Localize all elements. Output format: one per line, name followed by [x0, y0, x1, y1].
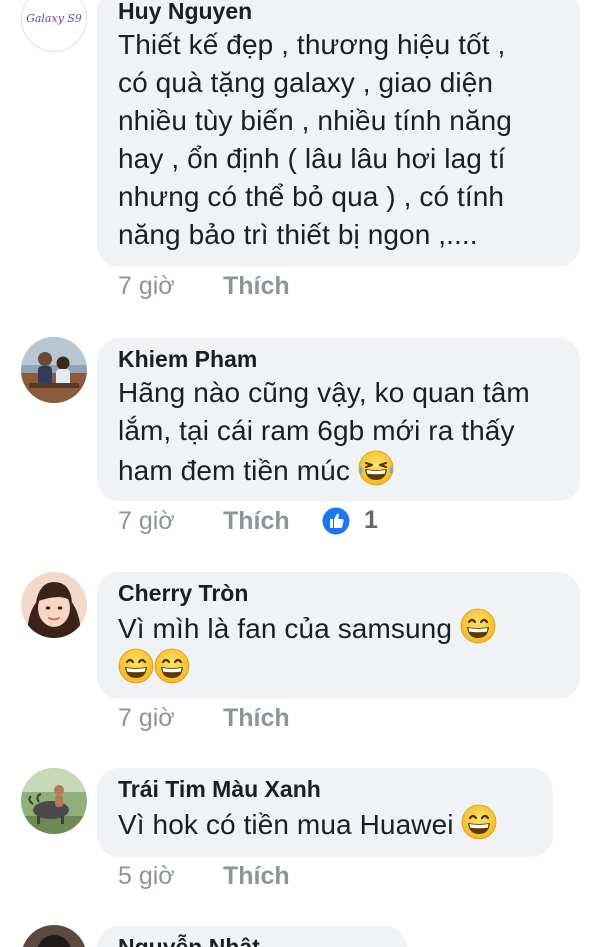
galaxy-s9-logo: Galaxy S9	[26, 12, 82, 25]
like-button[interactable]: Thích	[223, 272, 290, 301]
partial-avatar-icon	[21, 925, 87, 947]
like-thumb-icon	[322, 507, 350, 534]
comment-line-text: Vì mìh là fan của samsung	[118, 613, 453, 644]
timestamp[interactable]: 5 giờ	[118, 862, 216, 891]
avatar[interactable]	[21, 572, 87, 638]
avatar[interactable]	[21, 925, 87, 947]
grinning-emoji-icon	[118, 648, 154, 684]
comment-line-text: ham đem tiền múc	[118, 455, 350, 486]
comment-line-text: Vì hok có tiền mua Huawei	[118, 809, 454, 840]
comment-line: năng bảo trì thiết bị ngon ,....	[118, 219, 478, 250]
reaction-summary[interactable]: 1	[322, 506, 378, 535]
like-button[interactable]: Thích	[223, 704, 290, 733]
comment-line: Thiết kế đẹp , thương hiệu tốt ,	[118, 29, 506, 60]
comment-actions: 7 giờ Thích	[118, 704, 290, 733]
comment-line	[118, 648, 560, 688]
author-name[interactable]: Cherry Tròn	[118, 578, 560, 608]
comment-text: Thiết kế đẹp , thương hiệu tốt , có quà …	[118, 26, 560, 254]
avatar[interactable]	[21, 337, 87, 403]
comment-actions: 7 giờ Thích	[118, 272, 290, 301]
grinning-emoji-icon	[460, 608, 496, 644]
author-name[interactable]: Khiem Pham	[118, 344, 560, 374]
avatar[interactable]	[21, 768, 87, 834]
comment-line: Hãng nào cũng vậy, ko quan tâm	[118, 377, 530, 408]
comment-text: Vì mìh là fan của samsung	[118, 608, 560, 688]
comment-line: Vì hok có tiền mua Huawei	[118, 804, 533, 844]
comment-text: Vì hok có tiền mua Huawei	[118, 804, 533, 844]
comment-line: lắm, tại cái ram 6gb mới ra thấy	[118, 415, 515, 446]
comment-bubble: Nguyễn Nhật	[97, 926, 407, 947]
buffalo-photo-icon	[21, 768, 87, 834]
reaction-count: 1	[364, 506, 378, 534]
comment-line: Vì mìh là fan của samsung	[118, 608, 560, 648]
comment-text: Hãng nào cũng vậy, ko quan tâm lắm, tại …	[118, 374, 560, 490]
comment-line: nhưng có thể bỏ qua ) , có tính	[118, 181, 505, 212]
like-button[interactable]: Thích	[223, 862, 290, 891]
comment-line: nhiều tùy biến , nhiều tính năng	[118, 105, 512, 136]
grinning-emoji-icon	[461, 804, 497, 840]
comment-bubble: Khiem Pham Hãng nào cũng vậy, ko quan tâ…	[97, 338, 580, 501]
like-button[interactable]: Thích	[223, 507, 290, 536]
comment-line: có quà tặng galaxy , giao diện	[118, 67, 494, 98]
comment-line: hay , ổn định ( lâu lâu hơi lag tí	[118, 143, 506, 174]
laughing-tears-emoji-icon	[358, 450, 394, 486]
comment-line: ham đem tiền múc	[118, 450, 560, 490]
avatar[interactable]: Galaxy S9	[21, 0, 87, 52]
comment-bubble: Huy Nguyen Thiết kế đẹp , thương hiệu tố…	[97, 0, 580, 267]
timestamp[interactable]: 7 giờ	[118, 272, 216, 301]
comment-bubble: Trái Tim Màu Xanh Vì hok có tiền mua Hua…	[97, 768, 553, 857]
timestamp[interactable]: 7 giờ	[118, 704, 216, 733]
couple-photo-icon	[21, 337, 87, 403]
comment-actions: 5 giờ Thích	[118, 862, 290, 891]
comment-bubble: Cherry Tròn Vì mìh là fan của samsung	[97, 572, 580, 699]
author-name[interactable]: Nguyễn Nhật	[118, 932, 387, 947]
timestamp[interactable]: 7 giờ	[118, 507, 216, 536]
author-name[interactable]: Trái Tim Màu Xanh	[118, 774, 533, 804]
comment-actions: 7 giờ Thích	[118, 507, 290, 536]
grinning-emoji-icon	[154, 648, 190, 684]
girl-photo-icon	[21, 572, 87, 638]
author-name[interactable]: Huy Nguyen	[118, 0, 560, 26]
